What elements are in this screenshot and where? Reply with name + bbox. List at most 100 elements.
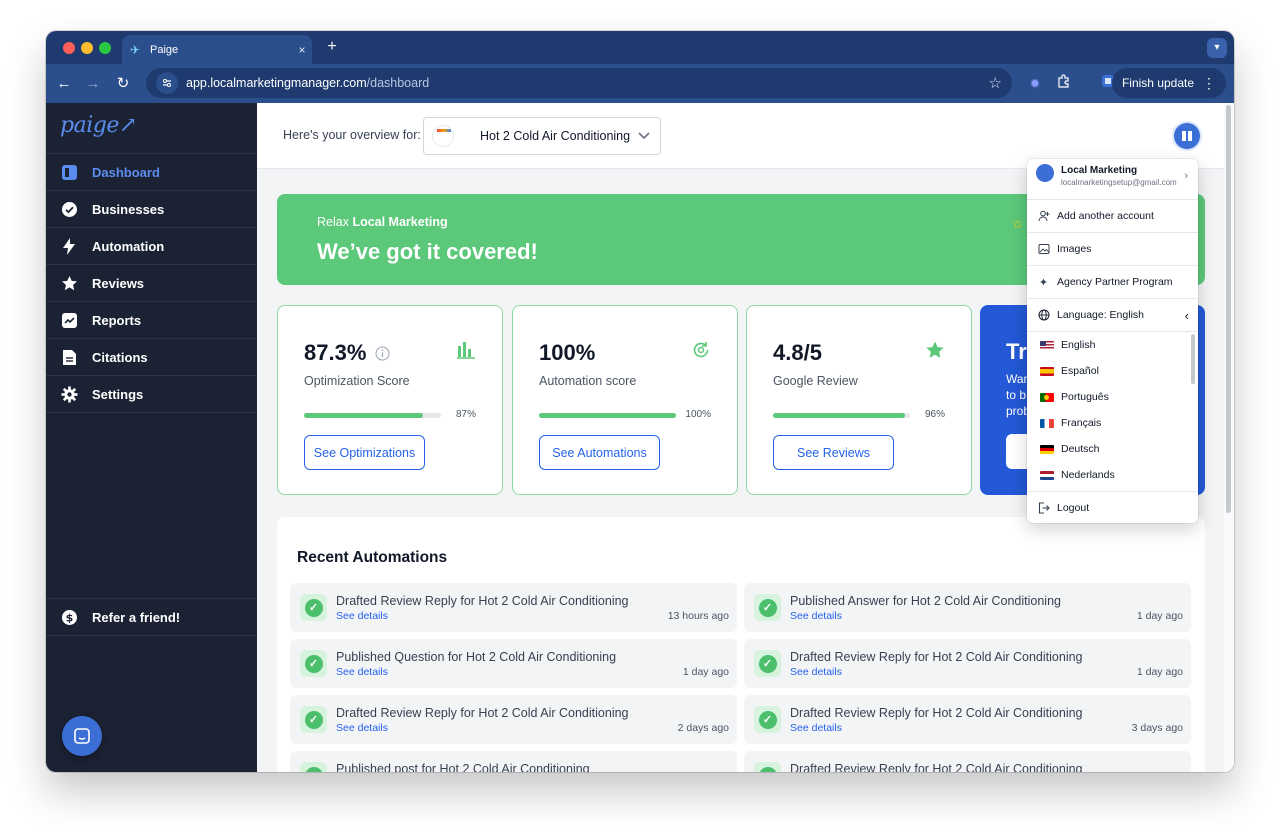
gear-icon	[60, 385, 78, 403]
list-item[interactable]: ✓ Published post for Hot 2 Cold Air Cond…	[290, 751, 737, 772]
logout-button[interactable]: Logout	[1027, 493, 1198, 523]
see-details-link[interactable]: See details	[336, 666, 388, 678]
menu-item-agency-partner[interactable]: ✦ Agency Partner Program	[1027, 266, 1198, 299]
card-label: Google Review	[773, 374, 858, 388]
see-details-link[interactable]: See details	[336, 610, 388, 622]
avatar-icon	[1182, 131, 1192, 141]
browser-toolbar: ← → ↻ app.localmarketingmanager.com/dash…	[46, 64, 1234, 103]
browser-tab[interactable]: ✈ Paige ×	[122, 35, 312, 64]
minimize-window-button[interactable]	[81, 42, 93, 54]
optimization-score-card: 87.3% Optimization Score 87% See Optimiz…	[277, 305, 503, 495]
menu-account-header[interactable]: Local Marketing localmarketingsetup@gmai…	[1027, 159, 1198, 200]
back-arrow-icon[interactable]: ←	[54, 74, 74, 94]
extensions-puzzle-icon[interactable]	[1054, 74, 1074, 94]
progress-bar	[773, 413, 910, 418]
refer-a-friend-link[interactable]: $ Refer a friend!	[46, 599, 257, 636]
address-bar[interactable]: app.localmarketingmanager.com/dashboard …	[146, 68, 1012, 98]
info-icon[interactable]	[375, 346, 390, 361]
bar-chart-icon	[456, 340, 476, 360]
star-icon	[60, 274, 78, 292]
bookmark-star-icon[interactable]: ☆	[989, 74, 1002, 92]
language-option-english[interactable]: English	[1027, 332, 1198, 358]
check-icon: ✓	[300, 762, 327, 772]
maximize-window-button[interactable]	[99, 42, 111, 54]
banner-subtitle: Relax Local Marketing	[317, 215, 448, 229]
progress-fill	[539, 413, 676, 418]
sidebar-item-citations[interactable]: Citations	[46, 339, 257, 376]
progress-percent: 96%	[924, 409, 945, 420]
sidebar-item-businesses[interactable]: Businesses	[46, 191, 257, 228]
list-item[interactable]: ✓ Published Question for Hot 2 Cold Air …	[290, 639, 737, 688]
language-list-scrollbar[interactable]	[1191, 334, 1195, 384]
automation-score-card: 100% Automation score 100% See Automatio…	[512, 305, 738, 495]
see-details-link[interactable]: See details	[790, 610, 842, 622]
list-item[interactable]: ✓ Drafted Review Reply for Hot 2 Cold Ai…	[744, 695, 1191, 744]
paige-logo[interactable]: paige↗	[60, 113, 137, 138]
list-item[interactable]: ✓ Drafted Review Reply for Hot 2 Cold Ai…	[290, 695, 737, 744]
language-option-francais[interactable]: Français	[1027, 410, 1198, 436]
extension-gear-icon[interactable]: ✹	[1025, 74, 1045, 94]
language-option-nederlands[interactable]: Nederlands	[1027, 462, 1198, 488]
chevron-left-icon[interactable]: ‹	[1185, 308, 1189, 323]
browser-window: ✈ Paige × + ▾ ← → ↻ app.localmarketingma…	[46, 31, 1234, 772]
site-settings-icon[interactable]	[156, 72, 178, 94]
app: paige↗ Dashboard Businesses Automation R…	[46, 103, 1234, 772]
document-icon	[60, 348, 78, 366]
nl-flag-icon	[1040, 470, 1054, 480]
google-review-card: 4.8/5 Google Review 96% See Reviews	[746, 305, 972, 495]
sidebar-item-dashboard[interactable]: Dashboard	[46, 154, 257, 191]
see-details-link[interactable]: See details	[336, 722, 388, 734]
avatar	[1036, 164, 1054, 182]
sidebar-item-reviews[interactable]: Reviews	[46, 265, 257, 302]
language-option-deutsch[interactable]: Deutsch	[1027, 436, 1198, 462]
svg-text:$: $	[65, 611, 73, 624]
close-window-button[interactable]	[63, 42, 75, 54]
kebab-menu-icon[interactable]: ⋮	[1202, 75, 1216, 92]
language-option-espanol[interactable]: Español	[1027, 358, 1198, 384]
list-item[interactable]: ✓ Drafted Review Reply for Hot 2 Cold Ai…	[290, 583, 737, 632]
tab-search-button[interactable]: ▾	[1207, 38, 1227, 58]
sidebar-item-automation[interactable]: Automation	[46, 228, 257, 265]
list-item[interactable]: ✓ Drafted Review Reply for Hot 2 Cold Ai…	[744, 639, 1191, 688]
menu-item-language[interactable]: Language: English ‹	[1027, 299, 1198, 332]
new-tab-button[interactable]: +	[322, 38, 342, 56]
menu-item-images[interactable]: Images	[1027, 233, 1198, 266]
pt-flag-icon	[1040, 392, 1054, 402]
lightning-icon	[60, 237, 78, 255]
business-select[interactable]: Hot 2 Cold Air Conditioning	[423, 117, 661, 155]
us-flag-icon	[1040, 340, 1054, 350]
business-logo	[432, 125, 454, 147]
es-flag-icon	[1040, 366, 1054, 376]
see-details-link[interactable]: See details	[790, 666, 842, 678]
sidebar-item-label: Citations	[92, 349, 148, 365]
reload-icon[interactable]: ↻	[113, 74, 133, 94]
account-email: localmarketingsetup@gmail.com	[1061, 178, 1177, 187]
dollar-badge-icon: $	[60, 608, 78, 626]
refresh-gear-icon	[691, 340, 711, 360]
see-optimizations-button[interactable]: See Optimizations	[304, 435, 425, 470]
list-item[interactable]: ✓ Published Answer for Hot 2 Cold Air Co…	[744, 583, 1191, 632]
see-automations-button[interactable]: See Automations	[539, 435, 660, 470]
see-reviews-button[interactable]: See Reviews	[773, 435, 894, 470]
finish-update-button[interactable]: Finish update ⋮	[1111, 68, 1226, 98]
overview-label: Here's your overview for:	[283, 128, 421, 142]
forward-arrow-icon[interactable]: →	[83, 74, 103, 94]
language-option-portugues[interactable]: Português	[1027, 384, 1198, 410]
sidebar-item-reports[interactable]: Reports	[46, 302, 257, 339]
account-avatar-button[interactable]	[1174, 123, 1200, 149]
automation-time: 1 day ago	[682, 666, 729, 678]
menu-item-add-account[interactable]: Add another account	[1027, 200, 1198, 233]
list-item[interactable]: ✓ Drafted Review Reply for Hot 2 Cold Ai…	[744, 751, 1191, 772]
tab-bar: ✈ Paige × + ▾	[46, 31, 1234, 64]
sidebar-item-settings[interactable]: Settings	[46, 376, 257, 413]
card-label: Automation score	[539, 374, 637, 388]
logout-icon	[1037, 502, 1050, 515]
verified-check-icon	[60, 200, 78, 218]
scrollbar-thumb[interactable]	[1226, 105, 1231, 513]
progress-bar	[304, 413, 441, 418]
chat-support-button[interactable]	[62, 716, 102, 756]
see-details-link[interactable]: See details	[790, 722, 842, 734]
page-scrollbar[interactable]	[1224, 103, 1234, 772]
tab-close-icon[interactable]: ×	[292, 43, 312, 57]
language-label: Français	[1061, 417, 1102, 429]
